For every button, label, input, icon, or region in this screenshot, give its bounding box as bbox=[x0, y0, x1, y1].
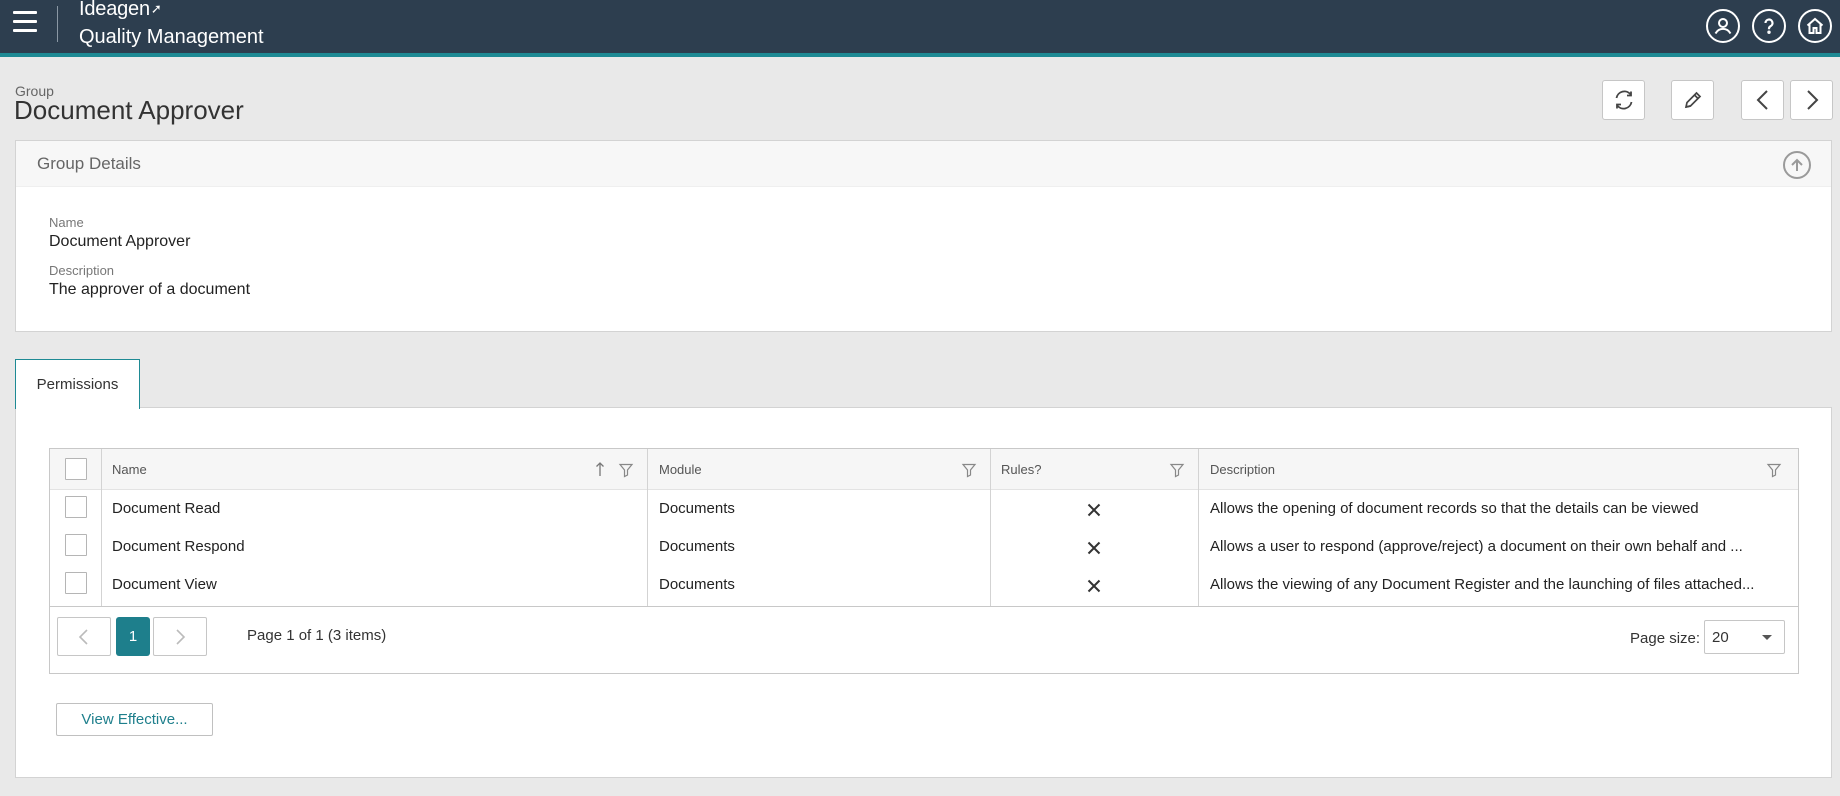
chevron-left-icon bbox=[1756, 90, 1768, 110]
column-header-name[interactable]: Name bbox=[112, 462, 147, 477]
rules-x-icon bbox=[1087, 503, 1101, 517]
table-row[interactable]: Document Respond Documents Allows a user… bbox=[50, 528, 1798, 566]
brand-logo: Ideagen➚ bbox=[79, 0, 264, 20]
page-size-label: Page size: bbox=[1630, 630, 1701, 647]
caret-down-icon bbox=[1762, 635, 1772, 640]
header-actions bbox=[1706, 9, 1832, 43]
menu-icon[interactable] bbox=[13, 11, 37, 33]
select-all-checkbox[interactable] bbox=[65, 458, 87, 480]
name-value: Document Approver bbox=[49, 233, 191, 250]
column-header-module[interactable]: Module bbox=[659, 462, 702, 477]
collapse-arrow-up-icon[interactable] bbox=[1783, 151, 1811, 179]
permission-name: Document View bbox=[112, 576, 217, 593]
filter-icon[interactable] bbox=[1169, 462, 1185, 478]
pencil-icon bbox=[1684, 91, 1701, 109]
group-details-header: Group Details bbox=[16, 141, 1831, 187]
filter-icon[interactable] bbox=[618, 462, 634, 478]
page-title: Document Approver bbox=[14, 95, 244, 125]
home-icon[interactable] bbox=[1798, 9, 1832, 43]
refresh-button[interactable] bbox=[1602, 80, 1645, 120]
view-effective-button[interactable]: View Effective... bbox=[56, 703, 213, 736]
pager-previous-button[interactable] bbox=[57, 617, 111, 656]
row-checkbox[interactable] bbox=[65, 572, 87, 594]
previous-record-button[interactable] bbox=[1741, 80, 1784, 120]
table-row[interactable]: Document Read Documents Allows the openi… bbox=[50, 490, 1798, 528]
row-checkbox[interactable] bbox=[65, 534, 87, 556]
permission-module: Documents bbox=[659, 500, 735, 517]
header-divider bbox=[57, 6, 58, 42]
description-label: Description bbox=[49, 263, 115, 278]
row-checkbox[interactable] bbox=[65, 496, 87, 518]
name-label: Name bbox=[49, 215, 84, 230]
page-size-value: 20 bbox=[1712, 629, 1729, 646]
permission-module: Documents bbox=[659, 538, 735, 555]
description-value: The approver of a document bbox=[49, 281, 251, 298]
chevron-right-icon bbox=[176, 628, 186, 645]
refresh-icon bbox=[1615, 90, 1632, 110]
edit-button[interactable] bbox=[1671, 80, 1714, 120]
pager-page-1[interactable]: 1 bbox=[116, 617, 150, 656]
page-size-select[interactable]: 20 bbox=[1704, 620, 1785, 654]
next-record-button[interactable] bbox=[1790, 80, 1833, 120]
permission-description: Allows the opening of document records s… bbox=[1210, 500, 1699, 517]
grid-header bbox=[50, 449, 1798, 490]
brand: Ideagen➚ Quality Management bbox=[79, 0, 264, 49]
rules-x-icon bbox=[1087, 541, 1101, 555]
permission-description: Allows the viewing of any Document Regis… bbox=[1210, 576, 1755, 593]
tab-permissions[interactable]: Permissions bbox=[15, 359, 140, 409]
permission-description: Allows a user to respond (approve/reject… bbox=[1210, 538, 1743, 555]
user-icon[interactable] bbox=[1706, 9, 1740, 43]
brand-name: Ideagen bbox=[79, 0, 150, 20]
rules-x-icon bbox=[1087, 579, 1101, 593]
permission-name: Document Read bbox=[112, 500, 221, 517]
chevron-left-icon bbox=[78, 628, 88, 645]
sort-ascending-icon[interactable] bbox=[594, 460, 606, 478]
chevron-right-icon bbox=[1806, 90, 1818, 110]
permission-name: Document Respond bbox=[112, 538, 245, 555]
group-details-title: Group Details bbox=[37, 154, 141, 173]
pager-divider bbox=[50, 606, 1798, 607]
column-header-description[interactable]: Description bbox=[1210, 462, 1275, 477]
pager-next-button[interactable] bbox=[153, 617, 207, 656]
logo-spark-icon: ➚ bbox=[150, 1, 162, 16]
help-icon[interactable] bbox=[1752, 9, 1786, 43]
permissions-grid: Name Module Rules? Description Document … bbox=[49, 448, 1799, 674]
filter-icon[interactable] bbox=[1766, 462, 1782, 478]
app-header: Ideagen➚ Quality Management bbox=[0, 0, 1840, 57]
column-header-rules[interactable]: Rules? bbox=[1001, 462, 1041, 477]
pager-info: Page 1 of 1 (3 items) bbox=[247, 627, 387, 644]
filter-icon[interactable] bbox=[961, 462, 977, 478]
group-details-panel: Group Details Name Document Approver Des… bbox=[15, 140, 1832, 332]
app-name: Quality Management bbox=[79, 26, 264, 48]
table-row[interactable]: Document View Documents Allows the viewi… bbox=[50, 566, 1798, 604]
permission-module: Documents bbox=[659, 576, 735, 593]
